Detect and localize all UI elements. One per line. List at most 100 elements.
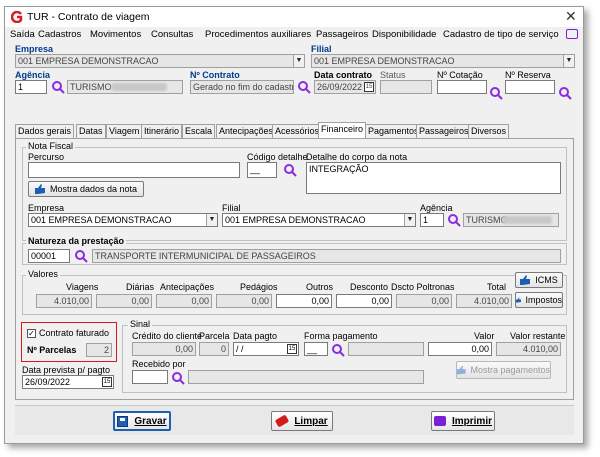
credito-label: Crédito do cliente xyxy=(132,331,203,341)
agencia-code-input[interactable]: 1 xyxy=(15,80,47,94)
thumbs-up-icon xyxy=(34,184,45,194)
filial-label: Filial xyxy=(311,44,332,54)
tab-antecipacoes[interactable]: Antecipações xyxy=(216,124,277,138)
data-pagto-label: Data pagto xyxy=(233,331,278,341)
val-pedagios: 0,00 xyxy=(216,294,272,308)
filial-select[interactable]: 001 EMPRESA DEMONSTRACAO ▼ xyxy=(311,54,575,68)
impostos-button[interactable]: Impostos xyxy=(515,292,563,308)
val-dscto-poltronas: 0,00 xyxy=(396,294,452,308)
tab-pagamentos[interactable]: Pagamentos xyxy=(365,124,422,138)
menu-saida[interactable]: Saída xyxy=(10,29,35,40)
title-bar: TUR - Contrato de viagem ✕ xyxy=(5,7,583,27)
recebido-por-input[interactable] xyxy=(132,370,168,384)
valor-input[interactable]: 0,00 xyxy=(428,342,492,356)
contrato-field: Gerado no fim do cadastro... xyxy=(190,80,294,94)
search-icon[interactable] xyxy=(283,163,297,177)
tab-passageiros[interactable]: Passageiros xyxy=(416,124,472,138)
parcela-field: 0 xyxy=(199,342,229,356)
calendar-icon[interactable]: 15 xyxy=(364,82,374,92)
data-pagto-input[interactable]: / / 15 xyxy=(233,342,299,356)
search-icon[interactable] xyxy=(558,86,572,100)
search-icon[interactable] xyxy=(51,80,65,94)
search-icon[interactable] xyxy=(331,343,345,357)
valores-title: Valores xyxy=(26,269,60,279)
detalhe-corpo-label: Detalhe do corpo da nota xyxy=(306,152,408,162)
forma-pagamento-input[interactable]: __ xyxy=(304,342,328,356)
col-viagens: Viagens xyxy=(66,282,99,292)
tab-viagem[interactable]: Viagem xyxy=(106,124,143,138)
detalhe-corpo-textarea[interactable]: INTEGRAÇÃO xyxy=(306,162,561,194)
codigo-detalhe-label: Código detalhe xyxy=(247,152,308,162)
data-contrato-label: Data contrato xyxy=(314,70,373,80)
close-icon[interactable]: ✕ xyxy=(565,8,577,25)
menu-disponibilidade[interactable]: Disponibilidade xyxy=(372,29,436,40)
action-bar: Gravar Limpar Imprimir xyxy=(15,405,574,435)
col-outros: Outros xyxy=(306,282,334,292)
contrato-faturado-checkbox[interactable]: ✓ xyxy=(27,329,36,338)
chat-icon[interactable] xyxy=(566,29,578,39)
cotacao-label: Nº Cotação xyxy=(437,70,483,80)
val-outros[interactable]: 0,00 xyxy=(276,294,332,308)
limpar-button[interactable]: Limpar xyxy=(271,411,333,431)
status-label: Status xyxy=(380,70,406,80)
natureza-description-field: TRANSPORTE INTERMUNICIPAL DE PASSAGEIROS xyxy=(92,249,561,263)
valor-restante-label: Valor restante xyxy=(510,331,566,341)
cotacao-input[interactable] xyxy=(437,80,487,94)
tab-itinerario[interactable]: Itinerário xyxy=(141,124,183,138)
search-icon[interactable] xyxy=(171,371,185,385)
val-desconto[interactable]: 0,00 xyxy=(336,294,392,308)
parcelas-field: 2 xyxy=(86,343,112,357)
save-icon xyxy=(117,415,129,427)
tab-diversos[interactable]: Diversos xyxy=(468,124,510,138)
menu-cadastros[interactable]: Cadastros xyxy=(38,29,81,40)
recebido-por-label: Recebido por xyxy=(132,359,186,369)
data-prevista-label: Data prevista p/ pagto xyxy=(22,365,111,375)
app-logo-icon xyxy=(11,11,23,23)
forma-pagamento-label: Forma pagamento xyxy=(304,331,378,341)
search-icon[interactable] xyxy=(297,80,311,94)
natureza-code-input[interactable]: 00001 xyxy=(28,249,70,263)
nf-agencia-input[interactable]: 1 xyxy=(420,213,444,227)
reserva-label: Nº Reserva xyxy=(505,70,551,80)
codigo-detalhe-input[interactable]: __ xyxy=(247,162,277,178)
imprimir-button[interactable]: Imprimir xyxy=(431,411,495,431)
parcela-label: Parcela xyxy=(199,331,230,341)
menu-bar: Saída Cadastros Movimentos Consultas Pro… xyxy=(5,27,583,42)
natureza-title: Natureza da prestação xyxy=(26,236,127,246)
window-title: TUR - Contrato de viagem xyxy=(27,11,150,23)
percurso-input[interactable] xyxy=(28,162,240,178)
data-contrato-field[interactable]: 26/09/2022 15 xyxy=(314,80,376,94)
calendar-icon[interactable]: 15 xyxy=(287,344,297,354)
mostra-pagamentos-button[interactable]: Mostra pagamentos xyxy=(456,361,551,379)
sinal-title: Sinal xyxy=(128,319,153,329)
calendar-icon[interactable]: 15 xyxy=(102,377,112,387)
tab-acessorios[interactable]: Acessórios xyxy=(272,124,323,138)
recebido-por-name xyxy=(188,370,424,384)
icms-button[interactable]: ICMS xyxy=(515,272,563,288)
menu-procedimentos[interactable]: Procedimentos auxiliares xyxy=(205,29,311,40)
thumbs-up-icon xyxy=(457,365,466,375)
valor-restante-field: 4.010,00 xyxy=(496,342,561,356)
search-icon[interactable] xyxy=(74,249,88,263)
mostra-dados-nota-button[interactable]: Mostra dados da nota xyxy=(28,181,144,197)
tab-escala[interactable]: Escala xyxy=(182,124,216,138)
tab-dados-gerais[interactable]: Dados gerais xyxy=(15,124,75,138)
gravar-button[interactable]: Gravar xyxy=(113,411,171,431)
agencia-label: Agência xyxy=(15,70,51,80)
data-prevista-input[interactable]: 26/09/2022 15 xyxy=(22,375,114,389)
menu-consultas[interactable]: Consultas xyxy=(151,29,193,40)
search-icon[interactable] xyxy=(489,86,503,100)
menu-passageiros[interactable]: Passageiros xyxy=(316,29,368,40)
nf-filial-select[interactable]: 001 EMPRESA DEMONSTRACAO ▼ xyxy=(222,213,416,227)
col-desconto: Desconto xyxy=(350,282,389,292)
empresa-select[interactable]: 001 EMPRESA DEMONSTRACAO ▼ xyxy=(15,54,305,68)
contrato-label: Nº Contrato xyxy=(190,70,240,80)
chevron-down-icon: ▼ xyxy=(206,214,217,226)
search-icon[interactable] xyxy=(447,213,461,227)
reserva-input[interactable] xyxy=(505,80,555,94)
tab-datas[interactable]: Datas xyxy=(76,124,106,138)
nf-empresa-select[interactable]: 001 EMPRESA DEMONSTRACAO ▼ xyxy=(28,213,218,227)
menu-movimentos[interactable]: Movimentos xyxy=(90,29,141,40)
menu-tipo-servico[interactable]: Cadastro de tipo de serviço xyxy=(443,29,559,40)
tab-financeiro[interactable]: Financeiro xyxy=(318,122,367,138)
